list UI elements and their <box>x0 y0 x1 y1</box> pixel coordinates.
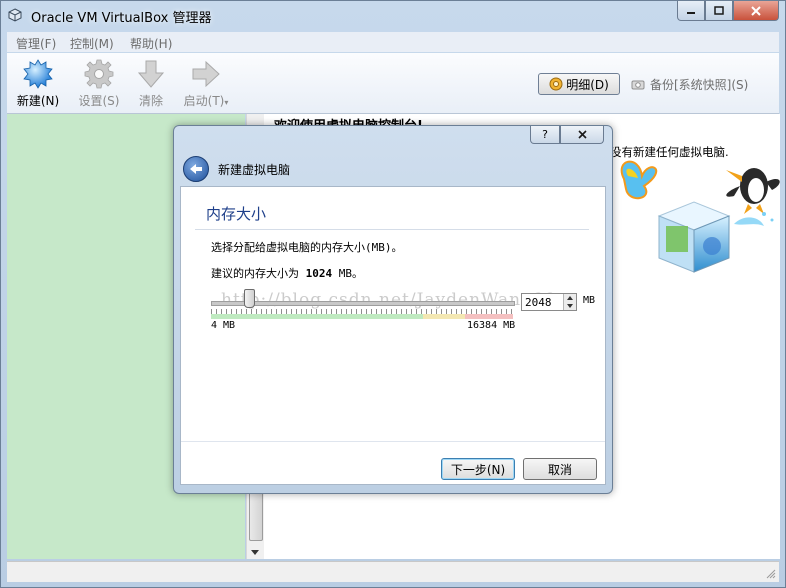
discard-label: 清除 <box>138 94 163 108</box>
close-icon <box>577 130 587 139</box>
slider-zone-danger <box>465 314 513 319</box>
maximize-button[interactable] <box>705 1 733 21</box>
chevron-down-icon: ▾ <box>224 98 229 107</box>
spin-arrows[interactable] <box>563 294 576 310</box>
title-bar: Oracle VM VirtualBox 管理器 <box>1 1 785 29</box>
maximize-icon <box>714 6 724 15</box>
dialog-header: 新建虚拟电脑 <box>180 153 606 183</box>
new-vm-button[interactable]: 新建(N) <box>13 59 63 111</box>
next-button[interactable]: 下一步(N) <box>441 458 515 480</box>
memory-prompt: 选择分配给虚拟电脑的内存大小(MB)。 <box>211 241 403 254</box>
wizard-page: 内存大小 选择分配给虚拟电脑的内存大小(MB)。 建议的内存大小为 1024 M… <box>180 186 606 485</box>
details-label: 明细(D) <box>566 77 609 92</box>
menu-help[interactable]: 帮助(H) <box>130 35 172 52</box>
memory-slider-handle[interactable] <box>243 289 255 308</box>
divider <box>195 229 589 230</box>
arrow-left-icon <box>190 164 202 174</box>
button-row-divider <box>181 441 605 442</box>
settings-button[interactable]: 设置(S) <box>74 59 124 111</box>
discard-button[interactable]: 清除 <box>126 59 176 111</box>
scroll-down-icon[interactable] <box>251 550 259 555</box>
snapshots-button[interactable]: 备份[系统快照](S) <box>631 76 748 93</box>
page-title: 内存大小 <box>206 205 267 223</box>
slider-min-label: 4 MB <box>211 320 236 331</box>
minimize-button[interactable] <box>677 1 705 21</box>
menu-control[interactable]: 控制(M) <box>70 35 114 52</box>
window-controls <box>677 1 779 21</box>
memory-recommendation: 建议的内存大小为 1024 MB。 <box>211 267 363 280</box>
details-gear-icon <box>549 77 563 91</box>
recommended-value: 1024 <box>305 267 333 280</box>
memory-value: 2048 <box>525 296 552 309</box>
slider-max-label: 16384 MB <box>467 320 516 331</box>
minimize-icon <box>687 11 695 14</box>
dialog-controls: ? <box>530 126 604 144</box>
toolbar: 新建(N) 设置(S) 清除 启动(T)▾ 明细(D) 备份[系统快照](S) <box>7 53 779 114</box>
new-vm-icon <box>23 59 53 89</box>
menu-bar: 管理(F) 控制(M) 帮助(H) <box>7 32 779 52</box>
help-button[interactable]: ? <box>530 126 560 144</box>
arrow-right-icon <box>192 60 220 88</box>
details-button[interactable]: 明细(D) <box>538 73 620 95</box>
new-vm-wizard-dialog: ? 新建虚拟电脑 内存大小 选择分配给虚拟电脑的内存大小(MB)。 建议的内存大… <box>173 125 613 494</box>
cancel-button[interactable]: 取消 <box>523 458 597 480</box>
memory-slider-track[interactable] <box>211 301 515 306</box>
new-vm-label: 新建(N) <box>16 94 60 108</box>
virtualbox-app-icon <box>8 8 22 22</box>
status-bar <box>7 561 779 582</box>
start-label: 启动(T)▾ <box>183 94 229 108</box>
start-button[interactable]: 启动(T)▾ <box>178 59 234 111</box>
arrow-down-icon <box>137 60 165 88</box>
memory-unit: MB <box>583 295 596 306</box>
resize-grip-icon[interactable] <box>766 569 776 579</box>
close-icon <box>751 5 761 16</box>
window-title: Oracle VM VirtualBox 管理器 <box>31 11 212 26</box>
spin-down-icon[interactable] <box>567 304 573 308</box>
menu-manage[interactable]: 管理(F) <box>16 35 56 52</box>
close-window-button[interactable] <box>733 1 779 21</box>
dialog-close-button[interactable] <box>560 126 604 144</box>
dialog-title: 新建虚拟电脑 <box>218 163 291 177</box>
slider-zone-warning <box>423 314 465 319</box>
memory-spinbox[interactable]: 2048 <box>521 293 577 311</box>
back-button[interactable] <box>183 156 209 182</box>
slider-zone-safe <box>211 314 423 319</box>
camera-icon <box>631 80 645 90</box>
snapshots-label: 备份[系统快照](S) <box>650 78 749 92</box>
spin-up-icon[interactable] <box>567 296 573 300</box>
virtualbox-mascot-illustration <box>620 160 780 273</box>
settings-label: 设置(S) <box>78 94 120 108</box>
gear-icon <box>84 59 114 89</box>
watermark-text: http://blog.csdn.net/JaydenWang33 <box>221 290 557 310</box>
